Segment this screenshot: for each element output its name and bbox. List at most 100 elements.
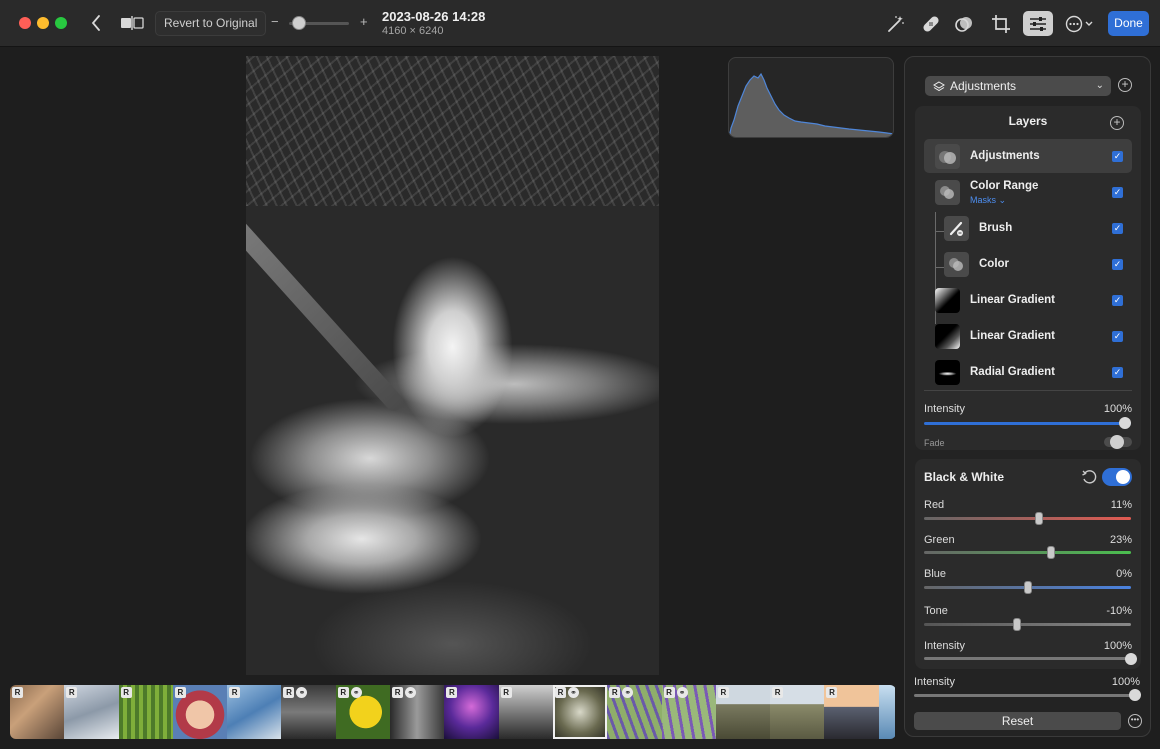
filmstrip-thumbnail[interactable]: R [227, 685, 282, 739]
layer-color-range[interactable]: Color Range Masks ⌄ ✓ [924, 175, 1132, 209]
auto-enhance-icon[interactable] [884, 12, 908, 36]
back-chevron-icon[interactable] [86, 12, 106, 34]
filmstrip-thumbnail[interactable]: R ⚭ [661, 685, 716, 739]
bw-intensity-slider-thumb[interactable] [1125, 653, 1137, 665]
raw-badge: R [283, 687, 295, 698]
filmstrip-thumbnail[interactable]: R [64, 685, 119, 739]
zoom-in-button[interactable]: + [360, 14, 368, 29]
reset-arrow-icon[interactable] [1081, 469, 1097, 485]
filmstrip-thumbnail[interactable]: R [715, 685, 771, 739]
title-bar: Revert to Original − + 2023-08-26 14:28 … [0, 0, 1160, 47]
layer-name: Radial Gradient [970, 366, 1055, 378]
done-button[interactable]: Done [1108, 11, 1149, 36]
chevron-down-icon: ⌄ [1095, 80, 1104, 91]
blue-slider-label: Blue [924, 568, 947, 580]
layer-name: Linear Gradient [970, 294, 1055, 306]
layer-linear-gradient-1[interactable]: Linear Gradient ✓ [924, 283, 1132, 317]
retouch-bandage-icon[interactable] [919, 12, 943, 36]
linked-edit-icon: ⚭ [622, 687, 634, 698]
adjustments-layer-icon [935, 144, 960, 169]
reset-button[interactable]: Reset [914, 712, 1121, 730]
add-adjustment-icon[interactable]: + [1118, 78, 1132, 92]
green-slider-track[interactable] [924, 551, 1131, 554]
add-layer-icon[interactable]: + [1110, 116, 1124, 130]
adjustment-type-dropdown[interactable]: Adjustments ⌄ [925, 76, 1111, 96]
crop-icon[interactable] [989, 12, 1013, 36]
raw-badge: R [229, 687, 241, 698]
layer-visibility-checkbox[interactable]: ✓ [1112, 367, 1123, 378]
raw-badge: R [609, 687, 621, 698]
filmstrip-thumbnail[interactable]: R [498, 685, 553, 739]
layer-intensity-slider-thumb[interactable] [1119, 417, 1131, 429]
revert-to-original-button[interactable]: Revert to Original [155, 11, 267, 36]
layer-adjustments[interactable]: Adjustments ✓ [924, 139, 1132, 173]
zoom-slider-thumb[interactable] [292, 16, 306, 30]
edited-photo-waterfall[interactable] [246, 56, 659, 675]
layer-visibility-checkbox[interactable]: ✓ [1112, 187, 1123, 198]
layer-intensity-label: Intensity [924, 403, 965, 415]
blue-slider-thumb[interactable] [1023, 581, 1032, 594]
zoom-out-button[interactable]: − [271, 14, 279, 29]
black-white-toggle[interactable] [1102, 468, 1132, 486]
minimize-window-button[interactable] [37, 17, 49, 29]
filmstrip-thumbnail[interactable]: R [770, 685, 825, 739]
filmstrip-thumbnail[interactable] [878, 685, 895, 739]
global-intensity-value: 100% [1111, 676, 1140, 688]
filmstrip-thumbnail[interactable]: R [118, 685, 173, 739]
red-slider-track[interactable] [924, 517, 1131, 520]
green-slider-thumb[interactable] [1047, 546, 1056, 559]
adjustment-type-label: Adjustments [950, 79, 1017, 93]
layer-visibility-checkbox[interactable]: ✓ [1112, 259, 1123, 270]
close-window-button[interactable] [19, 17, 31, 29]
compare-original-icon[interactable] [119, 13, 145, 33]
linked-edit-icon: ⚭ [405, 687, 417, 698]
linked-edit-icon: ⚭ [350, 687, 362, 698]
linked-edit-icon: ⚭ [676, 687, 688, 698]
filmstrip-thumbnail[interactable]: R ⚭ [607, 685, 662, 739]
more-options-icon[interactable] [1064, 12, 1096, 36]
layer-color[interactable]: Color ✓ [924, 247, 1132, 281]
filmstrip-thumbnail[interactable]: R [444, 685, 499, 739]
filmstrip-thumbnail[interactable]: R ⚭ [390, 685, 445, 739]
green-slider-value: 23% [1109, 534, 1132, 546]
adjust-sliders-icon[interactable] [1023, 11, 1053, 36]
layer-name: Color Range [970, 180, 1039, 192]
raw-badge: R [12, 687, 23, 698]
bw-intensity-label: Intensity [924, 640, 965, 652]
bw-intensity-value: 100% [1103, 640, 1132, 652]
layer-name: Color [979, 258, 1010, 270]
raw-badge: R [554, 687, 566, 698]
filmstrip-thumbnail[interactable]: R [824, 685, 879, 739]
layer-linear-gradient-2[interactable]: Linear Gradient ✓ [924, 319, 1132, 353]
red-slider-thumb[interactable] [1034, 512, 1043, 525]
tone-slider-thumb[interactable] [1013, 618, 1022, 631]
layer-visibility-checkbox[interactable]: ✓ [1112, 223, 1123, 234]
filters-icon[interactable] [952, 12, 976, 36]
zoom-window-button[interactable] [55, 17, 67, 29]
linear-gradient-thumbnail [935, 288, 960, 313]
layer-brush[interactable]: Brush ✓ [924, 211, 1132, 245]
global-intensity-slider-thumb[interactable] [1129, 689, 1141, 701]
masks-dropdown[interactable]: Masks ⌄ [970, 195, 1006, 206]
filmstrip-thumbnail[interactable]: R ⚭ [335, 685, 391, 739]
fade-toggle[interactable] [1104, 435, 1132, 449]
more-options-icon[interactable]: ••• [1128, 714, 1142, 728]
radial-gradient-thumbnail [935, 360, 960, 385]
layer-visibility-checkbox[interactable]: ✓ [1112, 295, 1123, 306]
layer-radial-gradient[interactable]: Radial Gradient ✓ [924, 355, 1132, 389]
layer-intensity-slider[interactable] [924, 422, 1131, 425]
divider [924, 390, 1132, 391]
raw-badge: R [337, 687, 349, 698]
tone-slider-track[interactable] [924, 623, 1131, 626]
layer-visibility-checkbox[interactable]: ✓ [1112, 331, 1123, 342]
filmstrip-thumbnail[interactable]: R [172, 685, 228, 739]
histogram [728, 57, 894, 138]
filmstrip-thumbnail[interactable]: R ⚭ [281, 685, 336, 739]
raw-badge: R [174, 687, 186, 698]
filmstrip-thumbnail[interactable]: R ⚭ [552, 685, 608, 739]
bw-intensity-slider-track[interactable] [924, 657, 1131, 660]
global-intensity-slider[interactable] [914, 694, 1140, 697]
layer-visibility-checkbox[interactable]: ✓ [1112, 151, 1123, 162]
black-white-panel: Black & White Red 11% Green 23% Blue 0% … [915, 459, 1141, 669]
filmstrip-thumbnail[interactable]: R [10, 685, 65, 739]
